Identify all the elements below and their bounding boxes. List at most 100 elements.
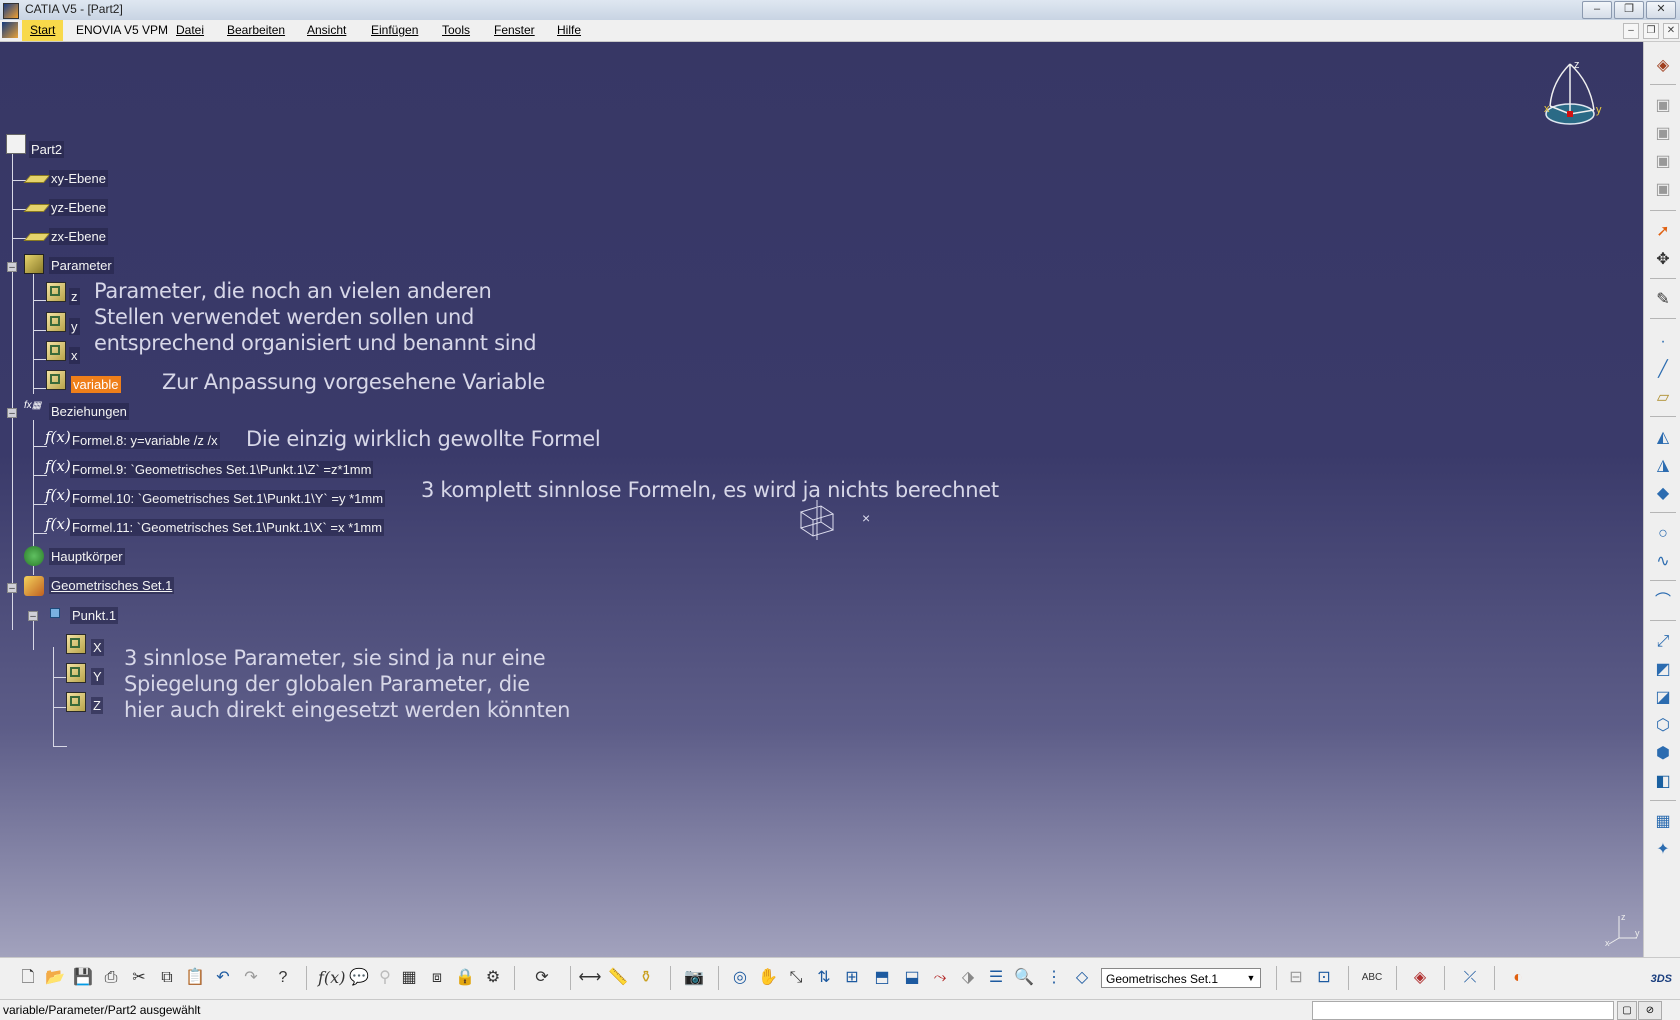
normal-view-icon[interactable]: ⬒ xyxy=(870,967,894,989)
tree-point-param-z[interactable]: Z xyxy=(91,697,103,714)
comment-icon[interactable]: 💬 xyxy=(347,967,371,989)
redo-icon[interactable]: ↷ xyxy=(239,967,263,989)
tree-relations-group[interactable]: Beziehungen xyxy=(49,403,129,420)
sketcher-icon[interactable]: ✎ xyxy=(1653,290,1673,310)
cut-icon[interactable]: ✂ xyxy=(127,967,151,989)
undo-icon[interactable]: ↶ xyxy=(211,967,235,989)
revolve-icon[interactable]: ◮ xyxy=(1653,456,1673,476)
analysis-icon[interactable]: ⤫ xyxy=(1458,967,1482,989)
fly-mode-icon[interactable]: ◎ xyxy=(728,967,752,989)
work-object-icon[interactable]: ◇ xyxy=(1070,967,1094,989)
minimize-button[interactable]: – xyxy=(1582,1,1612,19)
tree-point-param-x[interactable]: X xyxy=(91,639,104,656)
curve-tool-icon[interactable]: ⌒ xyxy=(1653,592,1673,612)
tree-zx-plane[interactable]: zx-Ebene xyxy=(49,228,108,245)
menu-bearbeiten[interactable]: Bearbeiten xyxy=(227,23,285,37)
stop-button[interactable]: ⊘ xyxy=(1638,1001,1662,1020)
3d-viewport[interactable]: z y x Part2 xy-Ebene yz-Ebene zx-Ebene –… xyxy=(0,42,1643,957)
multi-view-icon[interactable]: ▣ xyxy=(1653,124,1673,144)
inertia-icon[interactable]: ⚱ xyxy=(634,967,658,989)
rules-icon[interactable]: ⚙ xyxy=(481,967,505,989)
hierarchy-icon[interactable]: ⧈ xyxy=(425,967,449,989)
analysis-view-icon[interactable]: ▣ xyxy=(1653,152,1673,172)
line-tool-icon[interactable]: ╱ xyxy=(1653,360,1673,380)
loft-icon[interactable]: ◪ xyxy=(1653,688,1673,708)
close-button[interactable]: ✕ xyxy=(1646,1,1676,19)
pattern-icon[interactable]: ▦ xyxy=(1653,812,1673,832)
grid-icon[interactable]: ⊞ xyxy=(840,967,864,989)
chevron-down-icon[interactable]: ▼ xyxy=(1244,970,1258,986)
compass-icon[interactable]: z y x xyxy=(1530,52,1610,132)
tree-point-1[interactable]: Punkt.1 xyxy=(70,607,119,624)
search-icon[interactable]: 🔍 xyxy=(1012,967,1036,989)
spell-check-icon[interactable]: ABC xyxy=(1360,967,1384,989)
point-marker-icon[interactable]: × xyxy=(862,510,870,526)
tree-point-param-y[interactable]: Y xyxy=(91,668,104,685)
lock-icon[interactable]: 🔒 xyxy=(453,967,477,989)
join-icon[interactable]: ⬢ xyxy=(1653,744,1673,764)
update-icon[interactable]: ⟳ xyxy=(530,967,554,989)
fit-all-icon[interactable]: ⇅ xyxy=(812,967,836,989)
sweep-icon[interactable]: ◆ xyxy=(1653,484,1673,504)
menu-ansicht[interactable]: Ansicht xyxy=(307,23,346,37)
status-option-button[interactable]: ▢ xyxy=(1617,1001,1637,1020)
menu-fenster[interactable]: Fenster xyxy=(494,23,535,37)
restore-button[interactable]: ❐ xyxy=(1614,1,1644,19)
extrude-icon[interactable]: ◭ xyxy=(1653,428,1673,448)
axis-system-icon[interactable] xyxy=(795,498,839,542)
print-icon[interactable]: ⎙ xyxy=(99,967,123,989)
iso-view-icon[interactable]: ⬓ xyxy=(900,967,924,989)
open-file-icon[interactable]: 📂 xyxy=(43,967,67,989)
menu-start[interactable]: Start xyxy=(22,20,64,41)
offset-icon[interactable]: ⤢ xyxy=(1653,632,1673,652)
tree-param-variable[interactable]: variable xyxy=(71,376,121,393)
doc-close-button[interactable]: ✕ xyxy=(1663,23,1679,39)
sketch-based-icon[interactable]: ◈ xyxy=(1653,56,1673,76)
workbench-icon[interactable]: ◐ xyxy=(1506,967,1530,989)
layer-icon[interactable]: ⋮ xyxy=(1042,967,1066,989)
rotate-icon[interactable]: ⤡ xyxy=(784,967,808,989)
tree-xy-plane[interactable]: xy-Ebene xyxy=(49,170,108,187)
collapse-parameter-icon[interactable]: – xyxy=(7,262,17,273)
tree-geoset[interactable]: Geometrisches Set.1 xyxy=(49,577,175,594)
circle-tool-icon[interactable]: ○ xyxy=(1653,524,1673,544)
command-input[interactable] xyxy=(1312,1001,1614,1020)
fill-icon[interactable]: ◩ xyxy=(1653,660,1673,680)
menu-einfuegen[interactable]: Einfügen xyxy=(371,23,418,37)
collapse-relations-icon[interactable]: – xyxy=(7,408,17,419)
menu-tools[interactable]: Tools xyxy=(442,23,470,37)
collapse-point-icon[interactable]: – xyxy=(28,611,38,622)
measure-item-icon[interactable]: 📏 xyxy=(606,967,630,989)
insert-geoset-icon[interactable]: ⊡ xyxy=(1312,967,1336,989)
transform-icon[interactable]: ✥ xyxy=(1653,250,1673,270)
whats-this-icon[interactable]: ? xyxy=(271,967,295,989)
tree-parameter-group[interactable]: Parameter xyxy=(49,257,114,274)
tree-formula-11[interactable]: Formel.11: `Geometrisches Set.1\Punkt.1\… xyxy=(70,519,385,536)
hide-show-icon[interactable]: ⤳ xyxy=(928,967,952,989)
copy-view-icon[interactable]: ▣ xyxy=(1653,96,1673,116)
copy-icon[interactable]: ⧉ xyxy=(155,967,179,989)
select-icon[interactable]: ➚ xyxy=(1653,222,1673,242)
shading-icon[interactable]: ◈ xyxy=(1408,967,1432,989)
table-icon[interactable]: ▦ xyxy=(397,967,421,989)
capture-icon[interactable]: 📷 xyxy=(682,967,706,989)
save-icon[interactable]: 💾 xyxy=(71,967,95,989)
menu-datei[interactable]: Datei xyxy=(176,23,204,37)
tree-root-part2[interactable]: Part2 xyxy=(29,141,65,158)
plane-tool-icon[interactable]: ▱ xyxy=(1653,388,1673,408)
tree-formula-9[interactable]: Formel.9: `Geometrisches Set.1\Punkt.1\Z… xyxy=(70,461,374,478)
insert-body-icon[interactable]: ⊟ xyxy=(1284,967,1308,989)
paste-icon[interactable]: 📋 xyxy=(183,967,207,989)
tree-formula-10[interactable]: Formel.10: `Geometrisches Set.1\Punkt.1\… xyxy=(70,490,386,507)
specification-tree-icon[interactable]: ☰ xyxy=(984,967,1008,989)
swap-space-icon[interactable]: ⬗ xyxy=(956,967,980,989)
tree-formula-8[interactable]: Formel.8: y=variable /z /x xyxy=(70,432,220,449)
menu-enovia[interactable]: ENOVIA V5 VPM xyxy=(76,23,168,37)
part-icon[interactable] xyxy=(6,134,26,154)
blend-icon[interactable]: ⬡ xyxy=(1653,716,1673,736)
split-icon[interactable]: ◧ xyxy=(1653,772,1673,792)
pan-icon[interactable]: ✋ xyxy=(756,967,780,989)
tree-param-z[interactable]: z xyxy=(69,288,80,305)
link-icon[interactable]: ⚲ xyxy=(373,967,397,989)
tree-param-y[interactable]: y xyxy=(69,318,80,335)
